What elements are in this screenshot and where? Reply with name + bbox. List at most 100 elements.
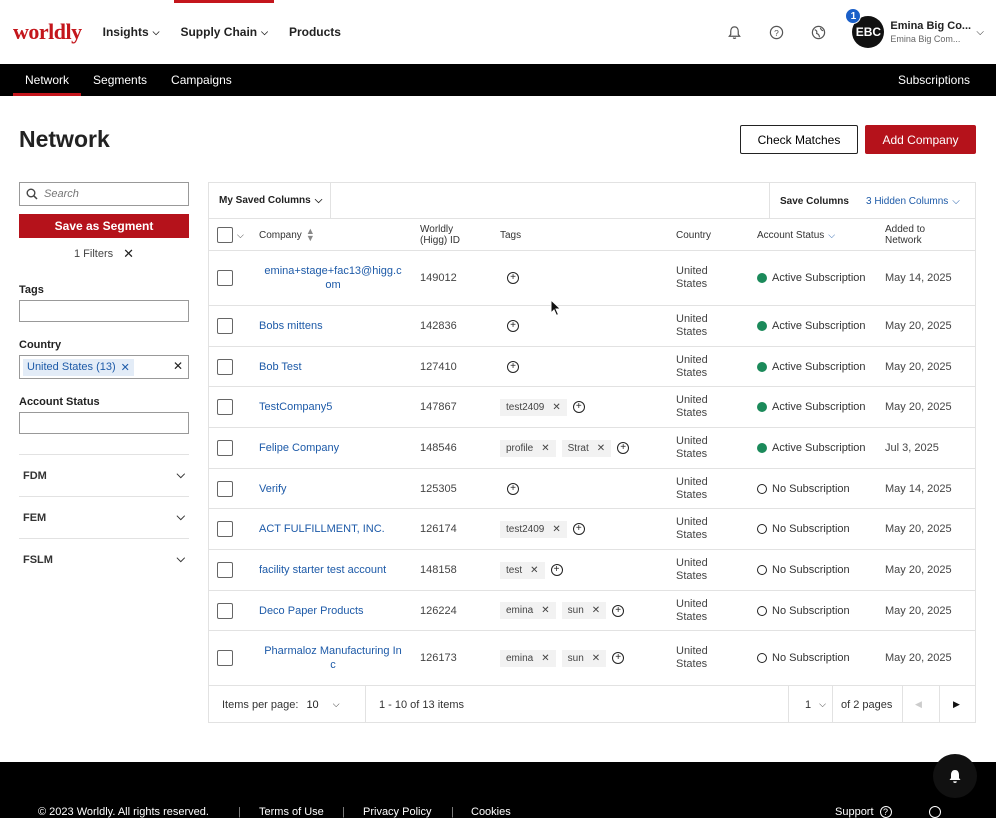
avatar[interactable]: EBC 1: [845, 8, 885, 48]
table-row[interactable]: ACT FULFILLMENT, INC. 126174 test2409 ✕ + Uni…: [209, 509, 975, 550]
remove-tag-icon[interactable]: ✕: [541, 605, 549, 616]
help-icon[interactable]: ?: [768, 24, 784, 40]
column-added[interactable]: Added to Network: [885, 219, 925, 251]
hidden-columns-dropdown[interactable]: 3 Hidden Columns ⌵: [866, 183, 960, 219]
remove-tag-icon[interactable]: ✕: [597, 443, 605, 454]
nav-products[interactable]: Products: [289, 25, 341, 39]
globe-icon[interactable]: [929, 806, 941, 818]
row-checkbox[interactable]: [217, 358, 233, 375]
terms-link[interactable]: Terms of Use: [259, 806, 324, 818]
add-tag-icon[interactable]: +: [617, 442, 630, 454]
tab-network[interactable]: Network: [13, 64, 82, 96]
column-tags[interactable]: Tags: [500, 219, 521, 251]
accordion-fslm[interactable]: FSLM ⌵: [19, 538, 189, 580]
company-link[interactable]: Felipe Company: [259, 441, 339, 455]
tag-chip[interactable]: sun ✕: [561, 602, 607, 619]
prev-page-icon[interactable]: ◀: [915, 686, 922, 723]
row-checkbox[interactable]: [217, 440, 233, 456]
remove-tag-icon[interactable]: ✕: [592, 653, 600, 664]
company-link[interactable]: facility starter test account: [259, 563, 386, 577]
remove-chip-icon[interactable]: ✕: [121, 361, 130, 374]
select-all-checkbox[interactable]: [217, 227, 233, 243]
save-columns-button[interactable]: Save Columns: [769, 183, 858, 219]
table-row[interactable]: Bobs mittens 142836 + United States Active Su…: [209, 306, 975, 347]
add-tag-icon[interactable]: +: [612, 652, 625, 664]
table-row[interactable]: Bob Test 127410 + United States Active Subscr…: [209, 347, 975, 387]
chevron-down-icon[interactable]: ⌵: [976, 27, 984, 38]
tag-chip[interactable]: Strat ✕: [561, 439, 612, 457]
country-chip[interactable]: United States (13) ✕: [23, 358, 134, 376]
add-tag-icon[interactable]: +: [612, 604, 625, 617]
saved-columns-dropdown[interactable]: My Saved Columns ⌵: [209, 182, 331, 219]
privacy-link[interactable]: Privacy Policy: [363, 806, 431, 818]
column-account-status[interactable]: Account Status ⌵: [757, 219, 835, 251]
add-company-button[interactable]: Add Company: [865, 125, 976, 154]
sort-desc-icon[interactable]: ⌵: [828, 230, 835, 241]
tab-campaigns[interactable]: Campaigns: [159, 64, 244, 96]
nav-insights[interactable]: Insights ⌵: [103, 25, 160, 39]
remove-tag-icon[interactable]: ✕: [552, 524, 560, 535]
company-link[interactable]: Verify: [259, 482, 287, 496]
tab-segments[interactable]: Segments: [81, 64, 159, 96]
company-link[interactable]: Pharmaloz Manufacturing In c: [259, 644, 407, 672]
bell-icon[interactable]: [726, 24, 742, 40]
tag-chip[interactable]: emina ✕: [500, 649, 556, 667]
add-tag-icon[interactable]: +: [572, 523, 585, 535]
check-matches-button[interactable]: Check Matches: [740, 125, 858, 154]
table-row[interactable]: TestCompany5 147867 test2409 ✕ + United States…: [209, 387, 975, 428]
user-menu[interactable]: Emina Big Co... Emina Big Com...: [890, 20, 972, 44]
table-row[interactable]: Pharmaloz Manufacturing In c 126173 emina ✕ s…: [209, 631, 975, 686]
add-tag-icon[interactable]: +: [507, 360, 519, 373]
row-checkbox[interactable]: [217, 650, 233, 666]
company-link[interactable]: TestCompany5: [259, 400, 332, 414]
table-row[interactable]: facility starter test account 148158 test ✕…: [209, 550, 975, 591]
row-checkbox[interactable]: [217, 562, 233, 578]
column-worldly-id[interactable]: Worldly (Higg) ID: [420, 219, 460, 251]
chevron-down-icon[interactable]: ⌵: [237, 230, 244, 241]
row-checkbox[interactable]: [217, 270, 233, 286]
next-page-icon[interactable]: ▶: [953, 686, 960, 723]
company-link[interactable]: Deco Paper Products: [259, 604, 364, 618]
company-link[interactable]: Bob Test: [259, 360, 302, 374]
company-link[interactable]: emina+stage+fac13@higg.c om: [259, 264, 407, 292]
clear-country-icon[interactable]: ✕: [173, 359, 183, 373]
column-company[interactable]: Company ▲ ▼: [259, 219, 315, 251]
table-row[interactable]: Felipe Company 148546 profile ✕ Strat ✕ + Unite…: [209, 428, 975, 469]
add-tag-icon[interactable]: +: [507, 272, 519, 284]
clear-filters-icon[interactable]: ✕: [123, 246, 134, 262]
select-all[interactable]: ⌵: [217, 219, 244, 251]
notifications-fab[interactable]: [933, 754, 977, 798]
table-row[interactable]: emina+stage+fac13@higg.c om 149012 + United S…: [209, 251, 975, 306]
tag-chip[interactable]: profile ✕: [500, 439, 556, 457]
remove-tag-icon[interactable]: ✕: [552, 402, 560, 413]
tag-chip[interactable]: sun ✕: [561, 649, 607, 667]
row-checkbox[interactable]: [217, 480, 233, 497]
search-input[interactable]: [44, 188, 184, 200]
add-tag-icon[interactable]: +: [572, 401, 585, 413]
accordion-fdm[interactable]: FDM ⌵: [19, 454, 189, 496]
tag-chip[interactable]: test2409 ✕: [500, 520, 567, 538]
cookies-link[interactable]: Cookies: [471, 806, 511, 818]
company-link[interactable]: ACT FULFILLMENT, INC.: [259, 522, 385, 536]
column-country[interactable]: Country: [676, 219, 711, 251]
country-field[interactable]: United States (13) ✕ ✕: [19, 355, 189, 379]
table-row[interactable]: Deco Paper Products 126224 emina ✕ sun ✕ + Unit…: [209, 591, 975, 631]
items-per-page-select[interactable]: 10 ⌵: [306, 699, 339, 711]
row-checkbox[interactable]: [217, 399, 233, 415]
tag-chip[interactable]: emina ✕: [500, 602, 556, 619]
remove-tag-icon[interactable]: ✕: [530, 565, 538, 576]
add-tag-icon[interactable]: +: [550, 564, 563, 576]
nav-supply-chain[interactable]: Supply Chain ⌵: [180, 25, 268, 39]
tab-subscriptions[interactable]: Subscriptions: [898, 73, 970, 87]
sort-icon[interactable]: ▲ ▼: [306, 227, 315, 243]
remove-tag-icon[interactable]: ✕: [541, 653, 549, 664]
account-status-field[interactable]: [19, 412, 189, 434]
remove-tag-icon[interactable]: ✕: [592, 605, 600, 616]
support-link[interactable]: Support?: [835, 806, 892, 818]
tag-chip[interactable]: test ✕: [500, 561, 545, 579]
row-checkbox[interactable]: [217, 318, 233, 334]
table-row[interactable]: Verify 125305 + United States No Subscription…: [209, 469, 975, 509]
remove-tag-icon[interactable]: ✕: [541, 443, 549, 454]
globe-icon[interactable]: [810, 24, 826, 40]
add-tag-icon[interactable]: +: [507, 482, 519, 495]
